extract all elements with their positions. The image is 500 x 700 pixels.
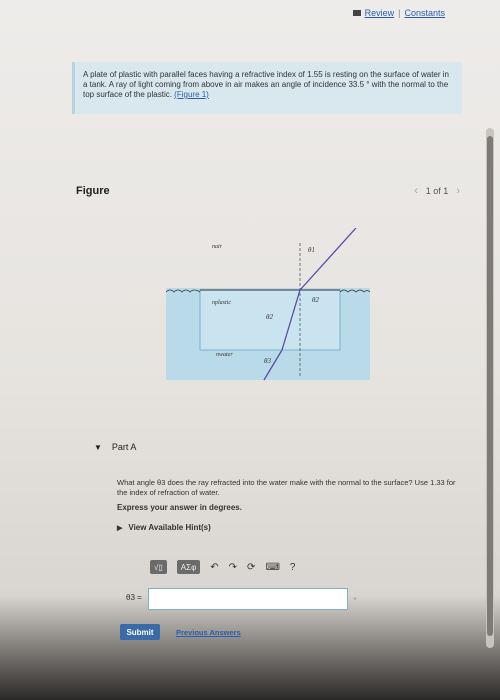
figure-title: Figure [76, 185, 110, 197]
problem-statement: A plate of plastic with parallel faces h… [72, 62, 462, 114]
help-icon[interactable]: ? [290, 562, 296, 573]
collapse-icon[interactable]: ▼ [94, 443, 102, 452]
previous-answers-link[interactable]: Previous Answers [176, 628, 241, 637]
label-air: nair [212, 244, 223, 250]
undo-icon[interactable]: ↶ [210, 562, 218, 573]
label-theta3: θ3 [264, 357, 271, 365]
hints-toggle[interactable]: ▶ View Available Hint(s) [117, 523, 211, 532]
figure-link[interactable]: (Figure 1) [174, 90, 209, 99]
label-water: nwater [216, 352, 233, 358]
scrollbar[interactable] [486, 128, 494, 648]
label-plastic: nplastic [212, 300, 231, 306]
header-separator: | [398, 8, 401, 18]
templates-button[interactable]: √▯ [150, 560, 167, 574]
review-link[interactable]: Review [365, 8, 395, 18]
keyboard-icon[interactable]: ⌨ [265, 562, 279, 573]
answer-input[interactable] [148, 588, 348, 610]
reset-icon[interactable]: ⟳ [247, 562, 255, 573]
problem-text: A plate of plastic with parallel faces h… [83, 70, 449, 99]
next-figure-icon[interactable]: › [456, 185, 460, 197]
label-theta1: θ1 [308, 246, 315, 254]
unit-label: ° [354, 598, 357, 604]
pager-text: 1 of 1 [425, 186, 449, 196]
submit-button[interactable]: Submit [120, 624, 160, 640]
symbols-button[interactable]: ΑΣφ [176, 560, 201, 574]
answer-label: θ3 = [126, 593, 142, 602]
figure-pager: ‹ 1 of 1 › [414, 185, 460, 197]
math-toolbar: √▯ ΑΣφ ↶ ↷ ⟳ ⌨ ? [150, 560, 295, 574]
part-a-header[interactable]: ▼ Part A [94, 442, 136, 452]
refraction-figure: nair nplastic nwater θ1 θ2 θ2 θ3 [165, 228, 371, 381]
redo-icon[interactable]: ↷ [229, 562, 237, 573]
label-theta2-bottom: θ2 [266, 313, 273, 321]
expand-hints-icon: ▶ [117, 524, 123, 532]
scrollbar-thumb[interactable] [487, 136, 493, 636]
label-theta2-top: θ2 [312, 296, 319, 304]
constants-link[interactable]: Constants [404, 8, 445, 18]
hints-label: View Available Hint(s) [128, 523, 211, 532]
question-text: What angle θ3 does the ray refracted int… [117, 478, 456, 497]
prev-figure-icon[interactable]: ‹ [414, 185, 418, 197]
review-icon [352, 10, 361, 16]
page: Review | Constants A plate of plastic wi… [0, 0, 500, 700]
incident-ray [299, 228, 357, 291]
express-instruction: Express your answer in degrees. [117, 503, 242, 512]
part-a-label: Part A [111, 442, 137, 452]
top-links: Review | Constants [352, 8, 445, 18]
